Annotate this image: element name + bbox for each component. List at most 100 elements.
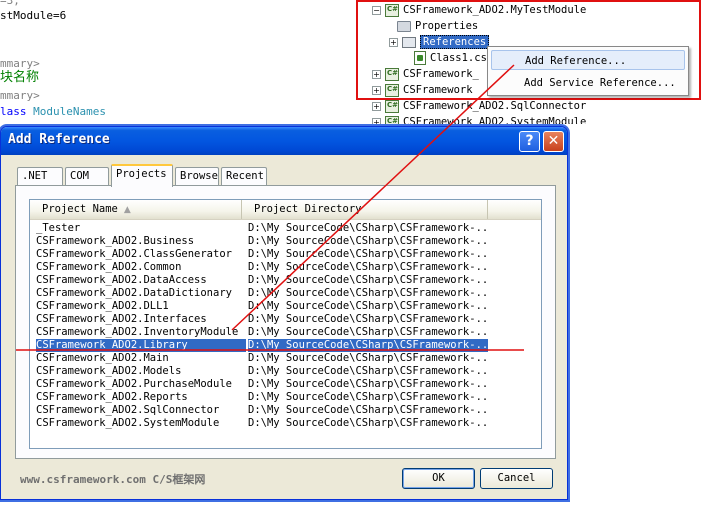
project-name-cell: CSFramework_ADO2.Business	[36, 235, 195, 247]
cancel-button[interactable]: Cancel	[480, 468, 553, 489]
code-editor[interactable]: =3; stModule=6 mmary> 块名称 mmary> lass Mo…	[0, 0, 340, 124]
table-row[interactable]: CSFramework_ADO2.Library D:\My SourceCode…	[30, 339, 541, 352]
references-icon	[402, 36, 416, 48]
watermark-text: www.csframework.com C/S框架网	[20, 473, 206, 486]
csharp-project-icon	[385, 99, 399, 113]
tree-node-references[interactable]: + References	[389, 34, 490, 50]
project-name-cell: CSFramework_ADO2.InventoryModule	[36, 326, 239, 338]
project-name-cell: CSFramework_ADO2.Interfaces	[36, 313, 207, 325]
tree-node-project[interactable]: − CSFramework_ADO2.MyTestModule	[372, 2, 586, 18]
tree-node-label: Class1.cs	[430, 52, 487, 64]
tab-browse[interactable]: Browse	[175, 167, 219, 186]
project-name-cell: CSFramework_ADO2.DataDictionary	[36, 287, 232, 299]
properties-folder-icon	[397, 20, 411, 32]
keyword: lass	[0, 105, 27, 118]
table-row[interactable]: CSFramework_ADO2.PurchaseModule D:\My Sou…	[30, 378, 541, 391]
tree-node-label: CSFramework_ADO2.SqlConnector	[403, 100, 587, 112]
table-row[interactable]: CSFramework_ADO2.DataAccess D:\My SourceC…	[30, 274, 541, 287]
table-row[interactable]: CSFramework_ADO2.SystemModule D:\My Sourc…	[30, 417, 541, 430]
table-row[interactable]: CSFramework_ADO2.SqlConnector D:\My Sourc…	[30, 404, 541, 417]
project-directory-cell: D:\My SourceCode\CSharp\CSFramework-...	[248, 352, 488, 364]
menu-item-add-service-reference[interactable]: Add Service Reference...	[491, 73, 685, 93]
expand-icon[interactable]: +	[372, 85, 381, 95]
tree-node-project[interactable]: + CSFramework_	[372, 66, 479, 82]
project-name-cell: CSFramework_ADO2.SqlConnector	[36, 404, 220, 416]
project-name-cell: CSFramework_ADO2.ClassGenerator	[36, 248, 232, 260]
table-row[interactable]: CSFramework_ADO2.Business D:\My SourceCod…	[30, 235, 541, 248]
expand-icon[interactable]: +	[372, 101, 381, 111]
tree-node-project[interactable]: + CSFramework_ADO2.SqlConnector	[372, 98, 586, 114]
csharp-file-icon	[414, 51, 426, 65]
project-directory-cell: D:\My SourceCode\CSharp\CSFramework-...	[248, 326, 488, 338]
tree-node-properties[interactable]: Properties	[397, 18, 478, 34]
tree-node-project[interactable]: + CSFramework	[372, 82, 473, 98]
project-name-cell: CSFramework_ADO2.Main	[36, 352, 169, 364]
project-name-cell: CSFramework_ADO2.PurchaseModule	[36, 378, 232, 390]
table-row[interactable]: CSFramework_ADO2.Interfaces D:\My SourceC…	[30, 313, 541, 326]
code-line: mmary>	[0, 89, 40, 102]
context-menu: Add Reference... Add Service Reference..…	[487, 46, 689, 96]
project-directory-cell: D:\My SourceCode\CSharp\CSFramework-...	[248, 404, 488, 416]
project-list[interactable]: Project Name ▲ Project Directory _Tester D…	[29, 199, 542, 449]
column-header-label: Project Name	[42, 203, 118, 215]
sort-ascending-icon: ▲	[123, 205, 131, 215]
project-directory-cell: D:\My SourceCode\CSharp\CSFramework-...	[248, 378, 488, 390]
tab-projects[interactable]: Projects	[111, 164, 173, 187]
project-name-cell: CSFramework_ADO2.SystemModule	[36, 417, 220, 429]
table-row[interactable]: CSFramework_ADO2.Common D:\My SourceCode\…	[30, 261, 541, 274]
help-button[interactable]: ?	[519, 131, 540, 152]
tree-node-label: CSFramework_	[403, 68, 479, 80]
table-row[interactable]: CSFramework_ADO2.DataDictionary D:\My Sou…	[30, 287, 541, 300]
projects-tab-panel: Project Name ▲ Project Directory _Tester D…	[15, 185, 556, 459]
tree-node-label: CSFramework_ADO2.SystemModule	[403, 116, 587, 124]
code-line: stModule=6	[0, 9, 67, 22]
tree-node-label: References	[420, 35, 490, 49]
tab-recent[interactable]: Recent	[221, 167, 267, 186]
menu-item-add-reference[interactable]: Add Reference...	[491, 50, 685, 70]
tree-node-class-file[interactable]: Class1.cs	[414, 50, 487, 66]
project-directory-cell: D:\My SourceCode\CSharp\CSFramework-...	[248, 235, 488, 247]
project-directory-cell: D:\My SourceCode\CSharp\CSFramework-...	[248, 300, 488, 312]
project-directory-cell: D:\My SourceCode\CSharp\CSFramework-...	[248, 222, 488, 234]
table-row[interactable]: CSFramework_ADO2.InventoryModule D:\My So…	[30, 326, 541, 339]
table-row[interactable]: CSFramework_ADO2.Main D:\My SourceCode\CS…	[30, 352, 541, 365]
ok-button[interactable]: OK	[402, 468, 475, 489]
project-directory-cell: D:\My SourceCode\CSharp\CSFramework-...	[248, 261, 488, 273]
project-name-cell: CSFramework_ADO2.Reports	[36, 391, 188, 403]
csharp-project-icon	[385, 83, 399, 97]
project-directory-cell: D:\My SourceCode\CSharp\CSFramework-...	[248, 274, 488, 286]
tab-com[interactable]: COM	[65, 167, 109, 186]
expand-icon[interactable]: +	[372, 69, 381, 79]
project-directory-cell: D:\My SourceCode\CSharp\CSFramework-...	[248, 365, 488, 377]
csharp-project-icon	[385, 67, 399, 81]
project-directory-cell: D:\My SourceCode\CSharp\CSFramework-...	[248, 391, 488, 403]
background-area	[570, 124, 707, 360]
table-row[interactable]: _Tester D:\My SourceCode\CSharp\CSFramewo…	[30, 222, 541, 235]
project-name-cell: CSFramework_ADO2.Common	[36, 261, 182, 273]
csharp-project-icon	[385, 3, 399, 17]
code-line: =3;	[0, 0, 20, 7]
project-name-cell: _Tester	[36, 222, 81, 234]
column-header-filler	[488, 200, 541, 219]
project-directory-cell: D:\My SourceCode\CSharp\CSFramework-...	[248, 417, 488, 429]
tree-node-label: CSFramework	[403, 84, 473, 96]
close-button[interactable]: ✕	[543, 131, 564, 152]
collapse-icon[interactable]: −	[372, 5, 381, 15]
project-name-cell: CSFramework_ADO2.DLL1	[36, 300, 169, 312]
table-row[interactable]: CSFramework_ADO2.Reports D:\My SourceCode…	[30, 391, 541, 404]
tree-node-project[interactable]: + CSFramework_ADO2.SystemModule	[372, 114, 586, 124]
column-header-project-directory[interactable]: Project Directory	[242, 200, 488, 219]
table-row[interactable]: CSFramework_ADO2.ClassGenerator D:\My Sou…	[30, 248, 541, 261]
expand-icon[interactable]: +	[389, 37, 398, 47]
column-header-project-name[interactable]: Project Name ▲	[30, 200, 242, 219]
class-name: ModuleNames	[26, 105, 106, 118]
tab-dotnet[interactable]: .NET	[17, 167, 63, 186]
table-row[interactable]: CSFramework_ADO2.DLL1 D:\My SourceCode\CS…	[30, 300, 541, 313]
code-line: lass ModuleNames	[0, 105, 106, 119]
list-header: Project Name ▲ Project Directory	[30, 200, 541, 220]
project-name-cell: CSFramework_ADO2.Models	[36, 365, 182, 377]
expand-icon[interactable]: +	[372, 117, 381, 124]
dialog-titlebar[interactable]: Add Reference ? ✕	[1, 127, 567, 155]
table-row[interactable]: CSFramework_ADO2.Models D:\My SourceCode\…	[30, 365, 541, 378]
background-area	[570, 360, 707, 508]
